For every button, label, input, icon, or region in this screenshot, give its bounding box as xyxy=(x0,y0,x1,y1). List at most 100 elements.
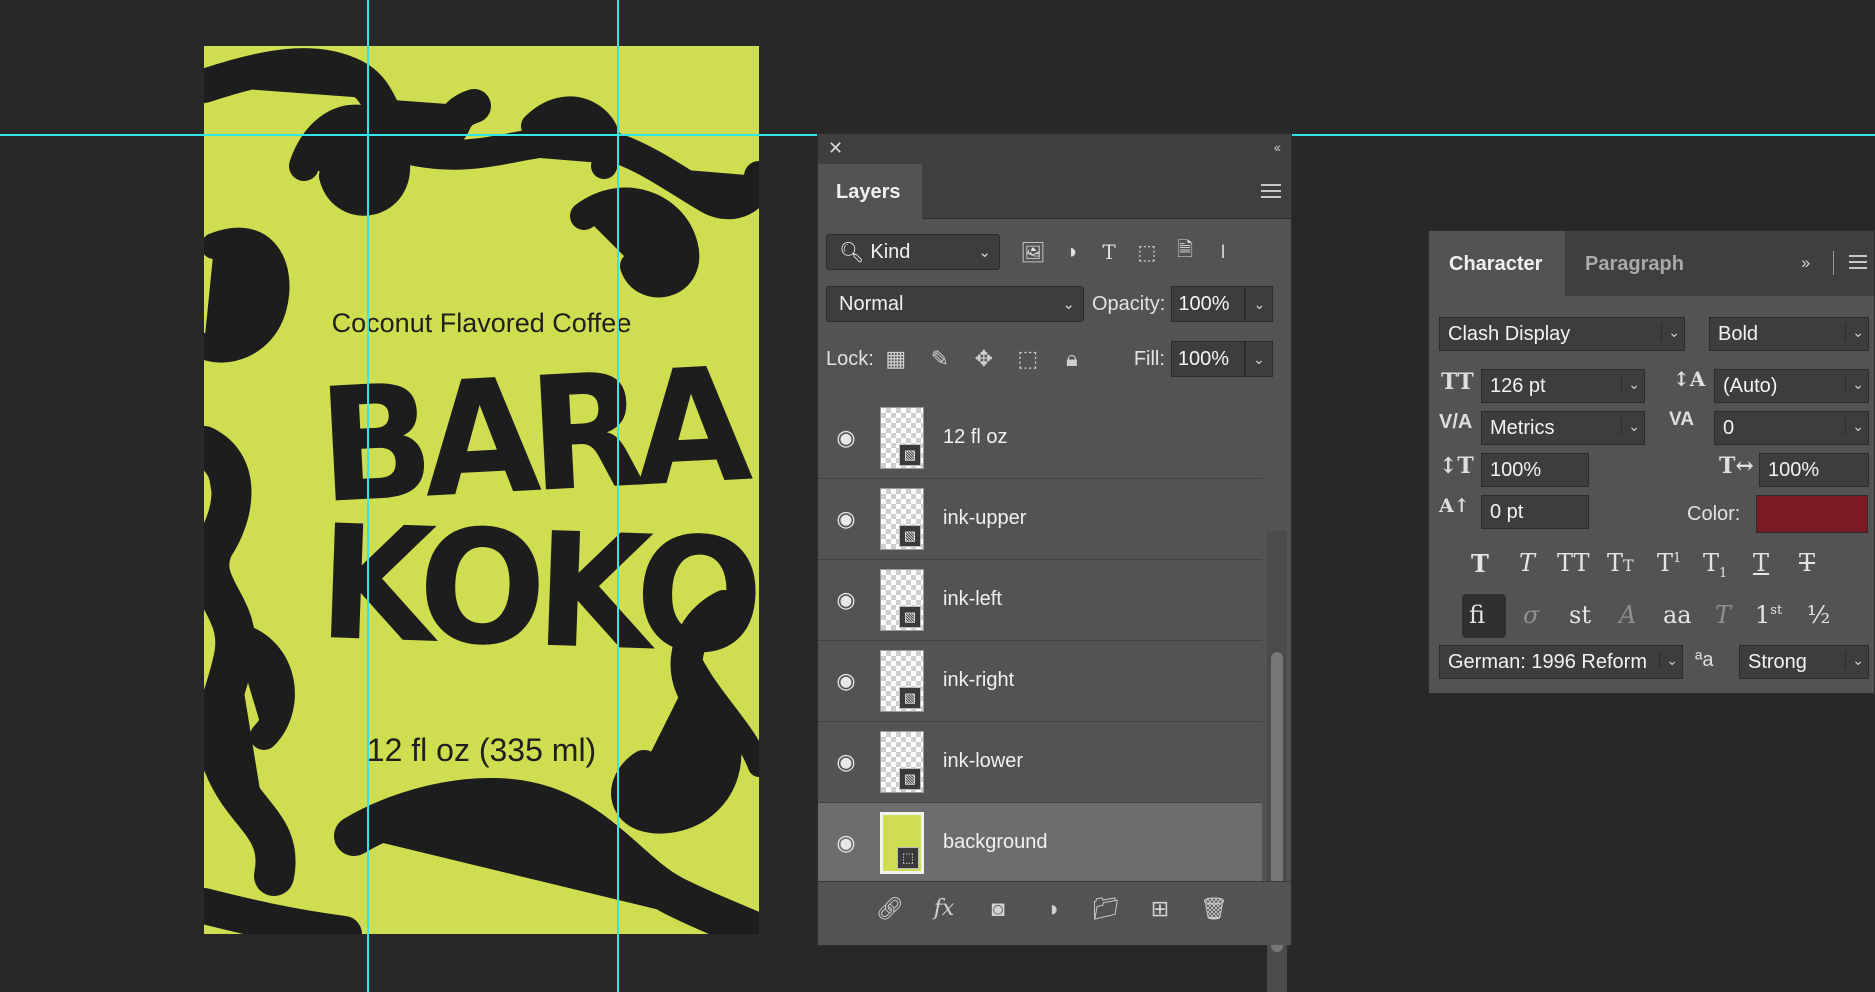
superscript-button[interactable]: T1 xyxy=(1657,549,1681,577)
tracking-input[interactable]: 0 ⌄ xyxy=(1714,411,1869,445)
layer-thumbnail: ▧ xyxy=(880,650,924,712)
kerning-icon: V/A xyxy=(1439,411,1473,433)
adjustment-layer-filter-icon[interactable]: ◑ xyxy=(1052,241,1090,264)
delete-layer-trash-icon[interactable]: 🗑︎ xyxy=(1197,896,1231,922)
layer-name: ink-left xyxy=(943,588,1002,610)
text-color-swatch[interactable] xyxy=(1756,495,1868,533)
eye-icon[interactable]: ◉ xyxy=(832,425,860,451)
shape-layer-filter-icon[interactable]: ⬚ xyxy=(1128,240,1166,265)
layer-thumbnail: ⬚ xyxy=(880,812,924,874)
close-icon[interactable]: ✕ xyxy=(828,138,843,159)
fill-chevron-icon[interactable]: ⌄ xyxy=(1244,341,1273,377)
tab-character[interactable]: Character xyxy=(1429,231,1565,296)
link-layers-icon[interactable]: 🔗︎ xyxy=(873,896,907,922)
subscript-button[interactable]: T1 xyxy=(1703,549,1727,581)
layer-row[interactable]: ◉ ▧ ink-lower xyxy=(818,722,1262,803)
add-mask-icon[interactable]: ◙ xyxy=(981,896,1015,922)
layer-style-fx-icon[interactable]: fx xyxy=(927,896,961,922)
baseline-shift-icon: A↑ xyxy=(1439,495,1470,517)
filter-kind-dropdown[interactable]: 🔍︎ Kind ⌄ xyxy=(826,234,1000,270)
layer-name: 12 fl oz xyxy=(943,426,1008,448)
smart-object-filter-icon[interactable]: 🗎︎ xyxy=(1166,235,1204,269)
kerning-dropdown[interactable]: Metrics ⌄ xyxy=(1481,411,1645,445)
eye-icon[interactable]: ◉ xyxy=(832,749,860,775)
horizontal-scale-input[interactable]: 100% xyxy=(1759,453,1869,487)
ordinals-button[interactable]: 1st xyxy=(1755,601,1782,629)
blend-mode-dropdown[interactable]: Normal ⌄ xyxy=(826,286,1084,322)
eye-icon[interactable]: ◉ xyxy=(832,830,860,856)
tab-divider xyxy=(1833,251,1834,275)
new-group-folder-icon[interactable]: 📁︎ xyxy=(1089,896,1123,922)
lock-position-icon[interactable]: ✥ xyxy=(962,346,1006,372)
eye-icon[interactable]: ◉ xyxy=(832,668,860,694)
leading-input[interactable]: (Auto) ⌄ xyxy=(1714,369,1869,403)
new-adjustment-layer-icon[interactable]: ◑ xyxy=(1035,896,1069,922)
fractions-button[interactable]: ½ xyxy=(1807,601,1830,629)
smart-object-icon: ▧ xyxy=(899,444,921,466)
pixel-layer-filter-icon[interactable]: 🖼︎ xyxy=(1014,240,1052,265)
standard-ligatures-button[interactable]: fi xyxy=(1469,601,1485,629)
filter-kind-label: Kind xyxy=(870,240,911,263)
layer-row[interactable]: ◉ ▧ 12 fl oz xyxy=(818,398,1262,479)
layers-panel-footer: 🔗︎ fx ◙ ◑ 📁︎ ⊞ 🗑︎ xyxy=(818,881,1291,945)
vertical-guide[interactable] xyxy=(367,0,369,992)
chevron-down-icon: ⌄ xyxy=(1661,324,1680,341)
contextual-alternates-button[interactable]: σ xyxy=(1523,601,1539,629)
collapse-icon[interactable]: ›› xyxy=(1801,253,1810,273)
font-size-input[interactable]: 126 pt ⌄ xyxy=(1481,369,1645,403)
fill-input[interactable]: 100% xyxy=(1170,341,1245,377)
layer-row-selected[interactable]: ◉ ⬚ background xyxy=(818,803,1262,884)
vertical-scale-input[interactable]: 100% xyxy=(1481,453,1589,487)
opacity-input[interactable]: 100% xyxy=(1171,286,1246,322)
chevron-down-icon: ⌄ xyxy=(978,244,991,261)
leading-icon: ↕A xyxy=(1673,367,1706,391)
antialias-dropdown[interactable]: Strong ⌄ xyxy=(1739,645,1869,679)
opacity-chevron-icon[interactable]: ⌄ xyxy=(1245,286,1274,322)
chevron-down-icon: ⌄ xyxy=(1621,418,1640,435)
tab-paragraph[interactable]: Paragraph xyxy=(1585,253,1684,276)
stylistic-alternates-button[interactable]: aa xyxy=(1663,601,1692,629)
tab-layers[interactable]: Layers xyxy=(818,164,922,220)
lock-transparent-pixels-icon[interactable]: ▦ xyxy=(874,346,918,372)
type-layer-filter-icon[interactable]: T xyxy=(1090,240,1128,264)
vertical-guide[interactable] xyxy=(617,0,619,992)
titling-alternates-button[interactable]: T xyxy=(1715,601,1731,629)
layer-row[interactable]: ◉ ▧ ink-left xyxy=(818,560,1262,641)
tracking-icon: VA xyxy=(1669,409,1694,430)
vertical-scale-icon: ↕T xyxy=(1439,453,1474,479)
font-size-value: 126 pt xyxy=(1490,374,1546,397)
underline-button[interactable]: T xyxy=(1753,549,1769,577)
eye-icon[interactable]: ◉ xyxy=(832,587,860,613)
faux-italic-button[interactable]: T xyxy=(1519,549,1535,577)
new-layer-icon[interactable]: ⊞ xyxy=(1143,896,1177,922)
faux-bold-button[interactable]: T xyxy=(1471,549,1489,578)
font-family-dropdown[interactable]: Clash Display ⌄ xyxy=(1439,317,1685,351)
shape-bounds-icon: ⬚ xyxy=(897,847,919,869)
layers-panel: ✕ ‹‹ Layers 🔍︎ Kind ⌄ 🖼︎ ◑ T ⬚ 🗎︎ ⏽ Norm… xyxy=(817,133,1292,992)
chevron-down-icon: ⌄ xyxy=(1659,652,1678,669)
lock-image-pixels-icon[interactable]: ✎ xyxy=(918,346,962,372)
eye-icon[interactable]: ◉ xyxy=(832,506,860,532)
discretionary-ligatures-button[interactable]: st xyxy=(1569,601,1591,629)
layer-name: ink-right xyxy=(943,669,1015,691)
language-dropdown[interactable]: German: 1996 Reform ⌄ xyxy=(1439,645,1683,679)
panel-title-bar: ✕ ‹‹ xyxy=(818,134,1291,164)
baseline-shift-input[interactable]: 0 pt xyxy=(1481,495,1589,529)
layer-row[interactable]: ◉ ▧ ink-upper xyxy=(818,479,1262,560)
filter-toggle-icon[interactable]: ⏽ xyxy=(1204,241,1242,264)
language-value: German: 1996 Reform xyxy=(1448,650,1647,673)
document-artboard[interactable]: Coconut Flavored Coffee BARA KOKO 12 fl … xyxy=(204,46,759,934)
lock-artboard-icon[interactable]: ⬚ xyxy=(1006,346,1050,372)
strikethrough-button[interactable]: T xyxy=(1799,549,1815,577)
collapse-icon[interactable]: ‹‹ xyxy=(1274,139,1281,155)
small-caps-button[interactable]: TT xyxy=(1607,549,1634,577)
font-style-dropdown[interactable]: Bold ⌄ xyxy=(1709,317,1869,351)
panel-menu-icon[interactable] xyxy=(1849,255,1867,269)
layer-row[interactable]: ◉ ▧ ink-right xyxy=(818,641,1262,722)
horizontal-scale-icon: T↔ xyxy=(1719,453,1754,479)
all-caps-button[interactable]: TT xyxy=(1557,549,1589,577)
blend-mode-value: Normal xyxy=(839,292,904,315)
panel-menu-icon[interactable] xyxy=(1261,184,1281,198)
swash-button[interactable]: A xyxy=(1619,601,1636,629)
lock-all-icon[interactable]: 🔒︎ xyxy=(1050,346,1094,372)
